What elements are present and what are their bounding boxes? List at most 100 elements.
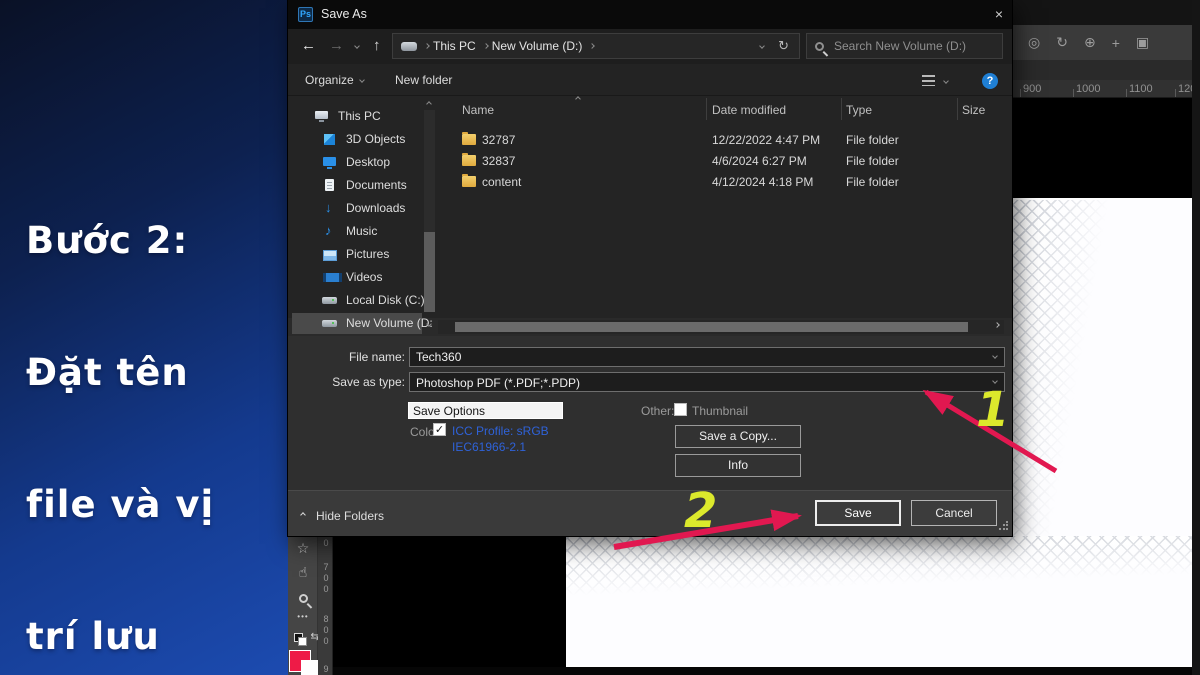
- camera-icon[interactable]: ▣: [1136, 34, 1149, 51]
- tree-scroll-up-icon[interactable]: [426, 101, 432, 107]
- sidebar-item-downloads[interactable]: Downloads: [292, 198, 422, 219]
- cell-date-modified: 4/6/2024 6:27 PM: [712, 154, 807, 168]
- horizontal-scrollbar-thumb[interactable]: [455, 322, 968, 332]
- organize-dropdown-icon: [359, 77, 365, 83]
- photoshop-app-icon: Ps: [298, 7, 313, 22]
- table-row[interactable]: 32837 4/6/2024 6:27 PM File folder: [440, 151, 1004, 172]
- info-button[interactable]: Info: [675, 454, 801, 477]
- table-row[interactable]: 32787 12/22/2022 4:47 PM File folder: [440, 130, 1004, 151]
- hand-tool-icon[interactable]: ☝: [288, 564, 318, 581]
- custom-shape-tool-icon[interactable]: ☆: [288, 540, 318, 557]
- cancel-button[interactable]: Cancel: [911, 500, 997, 526]
- address-dropdown-icon[interactable]: [759, 43, 765, 49]
- search-box[interactable]: [806, 33, 1003, 59]
- column-header-name[interactable]: Name: [462, 103, 494, 117]
- breadcrumb-separator-icon: [483, 43, 489, 49]
- sidebar-item-videos[interactable]: Videos: [292, 267, 422, 288]
- photoshop-toolbar-gap: [1012, 60, 1200, 80]
- download-icon: [322, 201, 337, 216]
- back-button[interactable]: ←: [301, 38, 316, 54]
- search-input[interactable]: [832, 38, 982, 54]
- sidebar-item-local-disk-c[interactable]: Local Disk (C:): [292, 290, 422, 311]
- resize-grip[interactable]: [998, 521, 1008, 531]
- sidebar-item-3d-objects[interactable]: 3D Objects: [292, 129, 422, 150]
- file-name-combobox[interactable]: [409, 347, 1005, 367]
- save-a-copy-button[interactable]: Save a Copy...: [675, 425, 801, 448]
- help-button[interactable]: ?: [982, 73, 998, 89]
- close-icon[interactable]: ×: [995, 6, 1003, 22]
- pan-view-icon[interactable]: ⊕: [1084, 34, 1096, 51]
- column-header-type[interactable]: Type: [846, 103, 872, 117]
- thumbnail-label: Thumbnail: [692, 404, 748, 418]
- zoom-tool-icon[interactable]: [288, 590, 318, 608]
- column-divider[interactable]: [957, 98, 958, 120]
- column-divider[interactable]: [706, 98, 707, 120]
- cube-icon: [322, 132, 337, 147]
- save-as-dialog: Ps Save As × ← → ↑ This PC New Volume (D…: [288, 0, 1012, 536]
- file-name-input[interactable]: [410, 348, 986, 366]
- column-divider[interactable]: [841, 98, 842, 120]
- move-view-icon[interactable]: +: [1112, 35, 1120, 51]
- view-mode-icon[interactable]: [922, 75, 935, 86]
- hard-drive-icon: [322, 316, 337, 331]
- sidebar-item-new-volume-d[interactable]: New Volume (D:): [292, 313, 422, 334]
- sidebar-item-pictures[interactable]: Pictures: [292, 244, 422, 265]
- chevron-down-icon[interactable]: [992, 353, 998, 359]
- save-button[interactable]: Save: [815, 500, 901, 526]
- icc-profile-checkbox[interactable]: ✓: [433, 423, 446, 436]
- picture-icon: [322, 247, 337, 262]
- breadcrumb-item-new-volume[interactable]: New Volume (D:): [492, 39, 583, 53]
- orbit-3d-icon[interactable]: ◎: [1028, 34, 1040, 51]
- sidebar-item-label: Local Disk (C:): [346, 293, 425, 307]
- sidebar-item-label: New Volume (D:): [346, 316, 432, 330]
- breadcrumb-item-this-pc[interactable]: This PC: [433, 39, 476, 53]
- tree-scrollbar-thumb[interactable]: [424, 232, 435, 312]
- file-name-label: File name:: [328, 350, 405, 364]
- sidebar-item-music[interactable]: Music: [292, 221, 422, 242]
- step-line-2: Đặt tên: [26, 351, 189, 394]
- sidebar-item-documents[interactable]: Documents: [292, 175, 422, 196]
- breadcrumb[interactable]: This PC New Volume (D:) ↻: [392, 33, 800, 59]
- step-line-4: trí lưu: [26, 615, 160, 658]
- column-header-size[interactable]: Size: [962, 103, 985, 117]
- sidebar-item-this-pc[interactable]: This PC: [292, 106, 422, 127]
- recent-locations-chevron-icon[interactable]: [354, 43, 360, 49]
- horizontal-ruler: 900 1000 1100 1200: [1012, 80, 1200, 98]
- app-bottom-bar: [333, 667, 1192, 675]
- command-bar: Organize New folder ?: [288, 64, 1012, 96]
- ruler-label: 1100: [1129, 83, 1153, 95]
- sidebar-item-label: This PC: [338, 109, 381, 123]
- sidebar-item-label: 3D Objects: [346, 132, 405, 146]
- hide-folders-chevron-icon: [300, 512, 306, 518]
- breadcrumb-separator-icon: [424, 43, 430, 49]
- refresh-icon[interactable]: ↻: [778, 38, 789, 54]
- music-note-icon: [322, 224, 337, 239]
- ruler-label: 800: [321, 614, 330, 647]
- view-mode-dropdown-icon[interactable]: [943, 78, 949, 84]
- canvas-document-right: [1012, 198, 1192, 536]
- dialog-titlebar[interactable]: Ps Save As ×: [288, 0, 1012, 29]
- chevron-down-icon[interactable]: [992, 378, 998, 384]
- organize-button[interactable]: Organize: [305, 73, 354, 87]
- computer-icon: [314, 109, 329, 124]
- film-icon: [322, 270, 337, 285]
- photoshop-titlebar-fragment: [1012, 0, 1200, 25]
- photoshop-options-bar: ◎ ↻ ⊕ + ▣: [1012, 25, 1200, 60]
- table-row[interactable]: content 4/12/2024 4:18 PM File folder: [440, 172, 1004, 193]
- drive-icon: [401, 42, 417, 51]
- more-tools-icon[interactable]: •••: [288, 612, 318, 621]
- forward-button[interactable]: →: [329, 38, 344, 54]
- up-button[interactable]: ↑: [373, 38, 381, 54]
- background-color-swatch[interactable]: [301, 660, 318, 675]
- cell-type: File folder: [846, 133, 899, 147]
- sidebar-item-desktop[interactable]: Desktop: [292, 152, 422, 173]
- hide-folders-button[interactable]: Hide Folders: [316, 509, 384, 523]
- save-as-type-select[interactable]: Photoshop PDF (*.PDF;*.PDP): [409, 372, 1005, 392]
- folder-icon: [462, 134, 476, 145]
- new-folder-button[interactable]: New folder: [395, 73, 452, 87]
- column-header-date-modified[interactable]: Date modified: [712, 103, 786, 117]
- canvas-document-bottom: [566, 536, 1192, 667]
- rotate-view-icon[interactable]: ↻: [1056, 34, 1068, 51]
- canvas-black-area-bottom: [333, 536, 566, 675]
- thumbnail-checkbox[interactable]: [674, 403, 687, 416]
